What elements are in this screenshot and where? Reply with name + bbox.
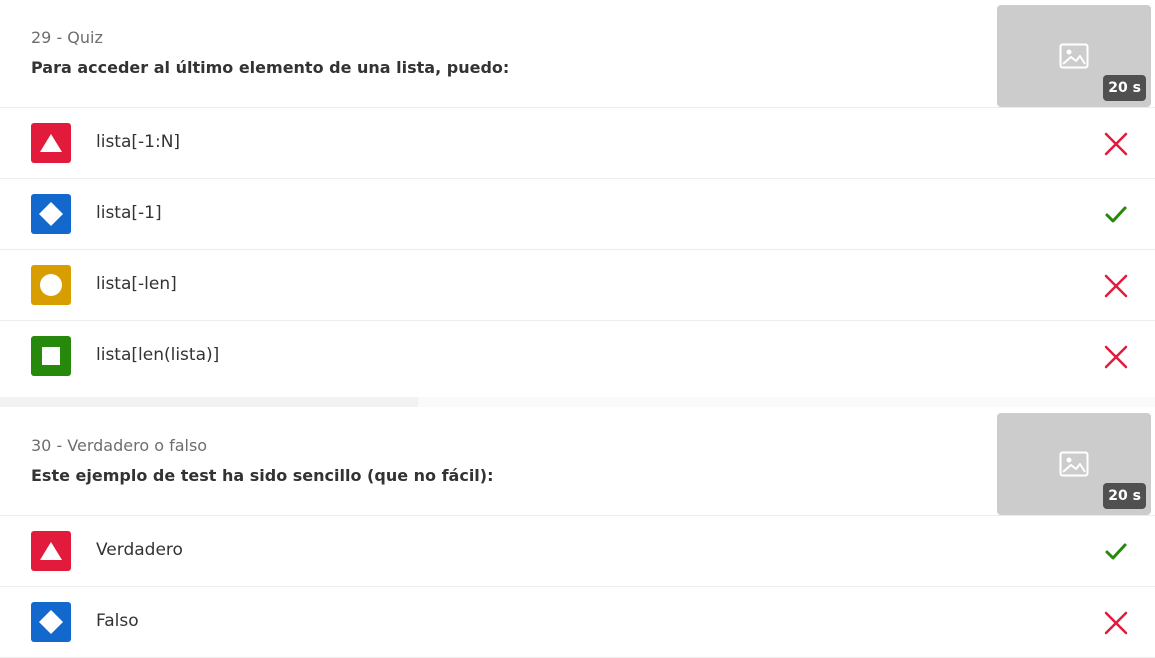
question-card: 29 - Quiz Para acceder al último element…	[0, 0, 1155, 393]
answer-row: lista[-1]	[0, 179, 1155, 250]
triangle-icon	[31, 531, 71, 571]
diamond-icon	[31, 194, 71, 234]
correct-check-icon	[1103, 539, 1129, 565]
square-icon	[31, 336, 71, 376]
answer-text: lista[len(lista)]	[96, 345, 220, 365]
triangle-icon	[31, 123, 71, 163]
question-text: Este ejemplo de test ha sido sencillo (q…	[31, 466, 494, 485]
image-placeholder-icon	[1059, 451, 1089, 477]
question-card: 30 - Verdadero o falso Este ejemplo de t…	[0, 408, 1155, 658]
answer-text: lista[-len]	[96, 274, 177, 294]
image-placeholder-icon	[1059, 43, 1089, 69]
question-type-label: 29 - Quiz	[31, 28, 103, 47]
question-type-label: 30 - Verdadero o falso	[31, 436, 208, 455]
incorrect-x-icon	[1103, 273, 1129, 299]
answer-row: Falso	[0, 587, 1155, 658]
question-image-thumbnail[interactable]: 20 s	[997, 5, 1151, 107]
answer-text: lista[-1]	[96, 203, 162, 223]
answer-row: Verdadero	[0, 516, 1155, 587]
answer-list: lista[-1:N] lista[-1] lista[-len] lista[…	[0, 108, 1155, 393]
incorrect-x-icon	[1103, 131, 1129, 157]
answer-text: Falso	[96, 611, 139, 631]
diamond-icon	[31, 602, 71, 642]
question-header: 29 - Quiz Para acceder al último element…	[0, 0, 1155, 108]
answer-row: lista[-len]	[0, 250, 1155, 321]
incorrect-x-icon	[1103, 344, 1129, 370]
time-limit-badge: 20 s	[1103, 75, 1146, 101]
question-image-thumbnail[interactable]: 20 s	[997, 413, 1151, 515]
circle-icon	[31, 265, 71, 305]
answer-row: lista[-1:N]	[0, 108, 1155, 179]
answer-row: lista[len(lista)]	[0, 321, 1155, 393]
incorrect-x-icon	[1103, 610, 1129, 636]
answer-text: lista[-1:N]	[96, 132, 181, 152]
correct-check-icon	[1103, 202, 1129, 228]
answer-list: Verdadero Falso	[0, 516, 1155, 658]
section-divider	[0, 397, 1155, 407]
question-header: 30 - Verdadero o falso Este ejemplo de t…	[0, 408, 1155, 516]
answer-text: Verdadero	[96, 540, 183, 560]
question-text: Para acceder al último elemento de una l…	[31, 58, 510, 77]
time-limit-badge: 20 s	[1103, 483, 1146, 509]
